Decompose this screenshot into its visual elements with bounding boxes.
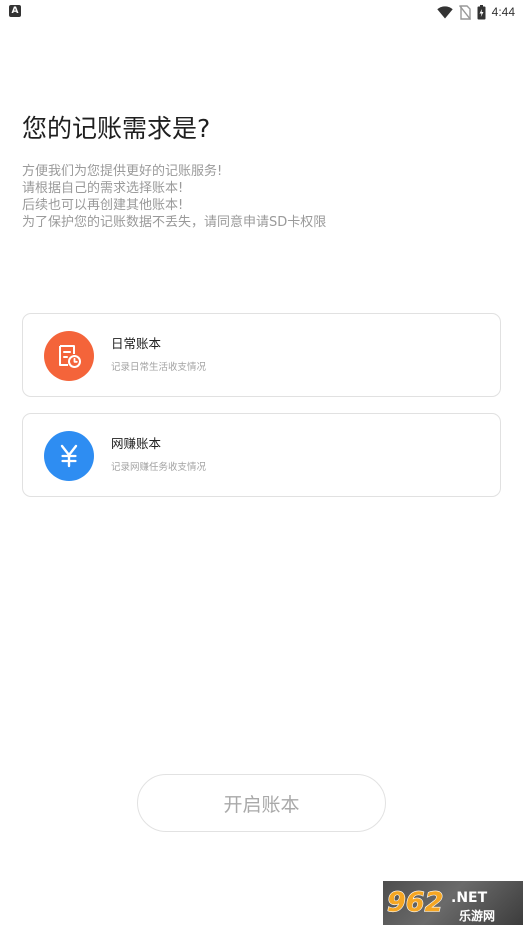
online-earning-ledger-subtitle: 记录网赚任务收支情况 <box>111 462 207 473</box>
page-title: 您的记账需求是? <box>22 114 211 143</box>
online-earning-ledger-card[interactable]: 网赚账本 记录网赚任务收支情况 <box>22 413 501 497</box>
no-sim-icon <box>458 4 471 20</box>
daily-ledger-card[interactable]: 日常账本 记录日常生活收支情况 <box>22 313 501 397</box>
open-ledger-button[interactable]: 开启账本 <box>137 774 386 832</box>
yuan-icon <box>44 431 94 481</box>
notification-app-icon: A <box>9 5 21 17</box>
online-earning-ledger-title: 网赚账本 <box>111 436 162 451</box>
battery-icon <box>477 4 486 19</box>
svg-text:乐游网: 乐游网 <box>459 908 495 923</box>
site-watermark-logo: 962 .NET 乐游网 <box>383 881 523 925</box>
daily-ledger-icon <box>44 331 94 381</box>
description-line: 请根据自己的需求选择账本! <box>22 181 184 196</box>
description-line: 方便我们为您提供更好的记账服务! <box>22 164 223 179</box>
svg-text:.NET: .NET <box>451 890 488 906</box>
svg-text:962: 962 <box>387 887 443 918</box>
description-line: 后续也可以再创建其他账本! <box>22 198 184 213</box>
status-bar: A 4:44 <box>0 0 523 24</box>
description: 方便我们为您提供更好的记账服务! 请根据自己的需求选择账本! 后续也可以再创建其… <box>22 163 492 231</box>
daily-ledger-title: 日常账本 <box>111 336 162 351</box>
wifi-icon <box>436 5 453 18</box>
description-line: 为了保护您的记账数据不丢失，请同意申请SD卡权限 <box>22 215 327 230</box>
clock: 4:44 <box>491 5 515 19</box>
daily-ledger-subtitle: 记录日常生活收支情况 <box>111 362 207 373</box>
status-icons: 4:44 <box>436 3 515 21</box>
